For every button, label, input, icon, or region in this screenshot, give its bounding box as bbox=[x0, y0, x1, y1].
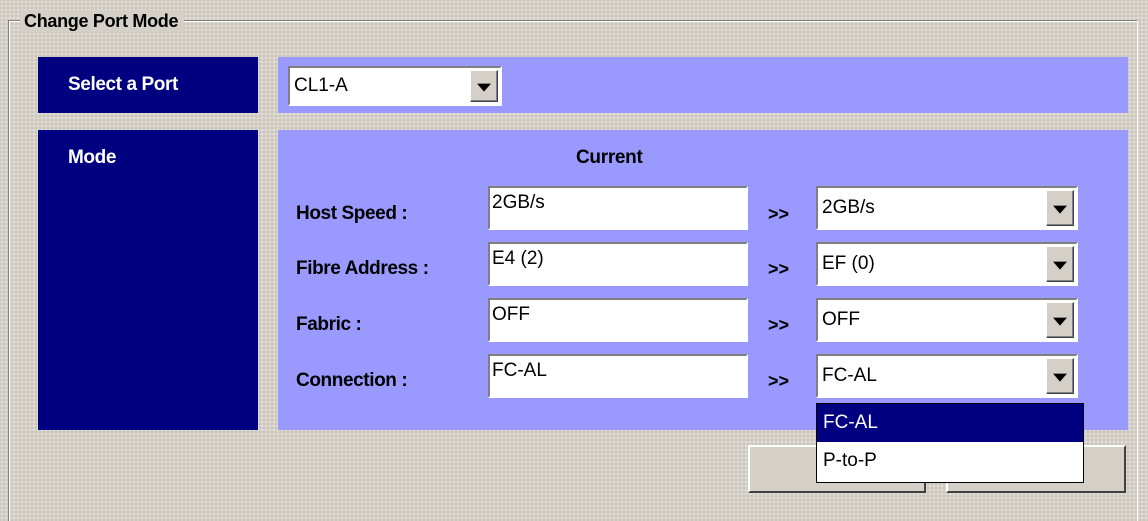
port-select[interactable]: CL1-A bbox=[288, 66, 502, 106]
connection-label: Connection : bbox=[296, 370, 408, 391]
chevron-down-icon bbox=[1053, 373, 1067, 382]
port-select-dropdown-button[interactable] bbox=[470, 70, 498, 102]
host-speed-select-value: 2GB/s bbox=[822, 197, 875, 218]
connection-select-value: FC-AL bbox=[822, 365, 877, 386]
connection-dropdown-list[interactable]: FC-AL P-to-P bbox=[816, 403, 1084, 483]
fabric-label: Fabric : bbox=[296, 314, 362, 335]
mode-label: Mode bbox=[38, 130, 258, 430]
fibre-address-label: Fibre Address : bbox=[296, 258, 429, 279]
chevron-down-icon bbox=[1053, 205, 1067, 214]
host-speed-select[interactable]: 2GB/s bbox=[816, 186, 1078, 230]
chevron-down-icon bbox=[1053, 261, 1067, 270]
fibre-address-dropdown-button[interactable] bbox=[1046, 246, 1074, 282]
dropdown-option-p-to-p[interactable]: P-to-P bbox=[817, 442, 1083, 480]
host-speed-label: Host Speed : bbox=[296, 203, 408, 224]
connection-arrow: >> bbox=[768, 371, 790, 391]
current-header: Current bbox=[576, 147, 643, 168]
chevron-down-icon bbox=[1053, 317, 1067, 326]
fibre-address-arrow: >> bbox=[768, 259, 790, 279]
fibre-address-select[interactable]: EF (0) bbox=[816, 242, 1078, 286]
select-port-label: Select a Port bbox=[38, 57, 258, 113]
host-speed-current-field[interactable]: 2GB/s bbox=[488, 186, 748, 230]
port-select-value: CL1-A bbox=[294, 75, 348, 96]
dropdown-option-fc-al[interactable]: FC-AL bbox=[817, 404, 1083, 442]
fabric-select-value: OFF bbox=[822, 309, 860, 330]
connection-current-field[interactable]: FC-AL bbox=[488, 354, 748, 398]
fabric-arrow: >> bbox=[768, 315, 790, 335]
host-speed-dropdown-button[interactable] bbox=[1046, 190, 1074, 226]
fibre-address-current-field[interactable]: E4 (2) bbox=[488, 242, 748, 286]
connection-dropdown-button[interactable] bbox=[1046, 358, 1074, 394]
fibre-address-select-value: EF (0) bbox=[822, 253, 875, 274]
chevron-down-icon bbox=[477, 83, 491, 92]
fabric-select[interactable]: OFF bbox=[816, 298, 1078, 342]
group-title: Change Port Mode bbox=[20, 10, 185, 32]
connection-select[interactable]: FC-AL bbox=[816, 354, 1078, 398]
fabric-dropdown-button[interactable] bbox=[1046, 302, 1074, 338]
fabric-current-field[interactable]: OFF bbox=[488, 298, 748, 342]
host-speed-arrow: >> bbox=[768, 204, 790, 224]
